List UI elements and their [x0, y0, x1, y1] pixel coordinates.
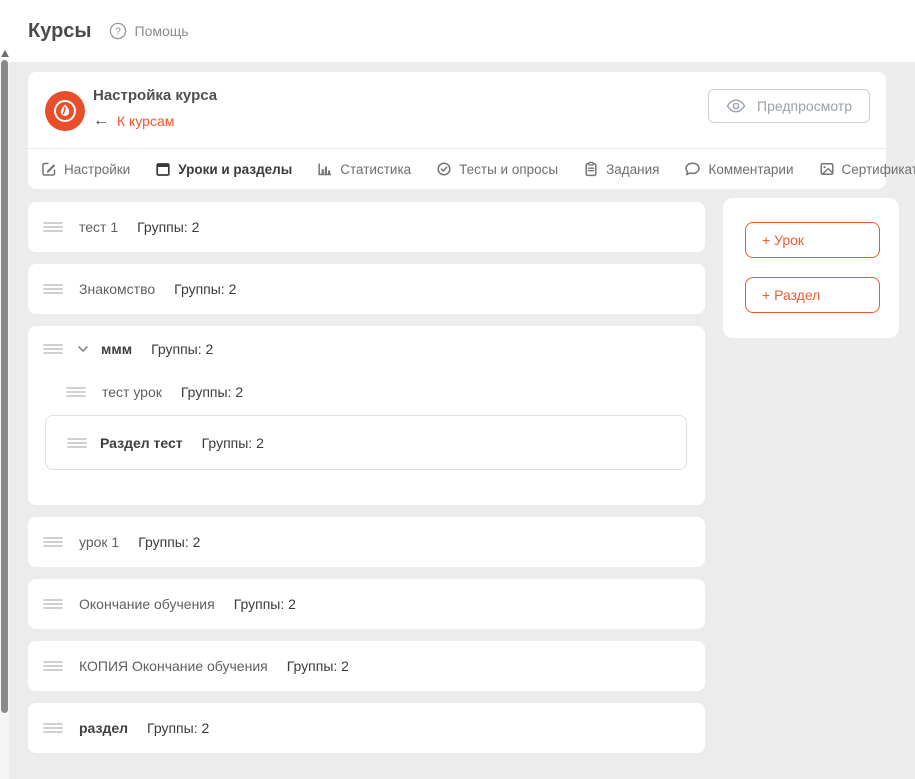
page-title: Курсы	[28, 20, 92, 43]
lesson-row[interactable]: урок 1 Группы: 2	[28, 517, 705, 567]
course-logo	[45, 91, 85, 131]
preview-button-label: Предпросмотр	[757, 98, 852, 114]
preview-button[interactable]: Предпросмотр	[708, 89, 870, 123]
tab-certificates[interactable]: Сертификаты	[819, 161, 915, 177]
drag-handle-icon[interactable]	[42, 659, 64, 673]
image-icon	[819, 161, 835, 177]
comment-icon	[684, 161, 701, 177]
flame-icon	[48, 94, 82, 128]
lesson-title[interactable]: тест 1	[79, 219, 118, 235]
tab-statistics[interactable]: Статистика	[317, 161, 411, 177]
drag-handle-icon[interactable]	[42, 282, 64, 296]
tab-settings[interactable]: Настройки	[41, 161, 130, 177]
nested-section-row[interactable]: Раздел тест Группы: 2	[45, 415, 687, 470]
tab-label: Настройки	[64, 162, 130, 177]
groups-count: Группы: 2	[151, 341, 213, 357]
lessons-list: тест 1 Группы: 2 Знакомство Группы: 2 мм…	[28, 202, 705, 765]
back-link-label: К курсам	[117, 113, 174, 129]
groups-count: Группы: 2	[234, 596, 296, 612]
lesson-title[interactable]: КОПИЯ Окончание обучения	[79, 658, 268, 674]
drag-handle-icon[interactable]	[66, 436, 88, 450]
back-to-courses-link[interactable]: ← К курсам	[93, 113, 217, 129]
groups-count: Группы: 2	[181, 384, 243, 400]
add-lesson-button[interactable]: + Урок	[745, 222, 880, 258]
tab-assignments[interactable]: Задания	[583, 161, 659, 177]
chevron-down-icon[interactable]	[75, 341, 91, 357]
actions-sidebar: + Урок + Раздел	[723, 198, 899, 338]
help-link[interactable]: ? Помощь	[109, 22, 189, 40]
drag-handle-icon[interactable]	[42, 721, 64, 735]
tab-label: Уроки и разделы	[178, 162, 292, 177]
tab-label: Статистика	[340, 162, 411, 177]
help-label: Помощь	[135, 23, 189, 39]
svg-text:?: ?	[115, 26, 121, 37]
left-arrow-icon: ←	[93, 115, 109, 127]
lesson-title[interactable]: Знакомство	[79, 281, 155, 297]
left-scrollbar-track[interactable]	[0, 62, 9, 779]
drag-handle-icon[interactable]	[42, 342, 64, 356]
tab-label: Сертификаты	[842, 162, 915, 177]
scrollbar-up-arrow-icon[interactable]	[1, 50, 9, 57]
groups-count: Группы: 2	[147, 720, 209, 736]
groups-count: Группы: 2	[138, 534, 200, 550]
groups-count: Группы: 2	[174, 281, 236, 297]
drag-handle-icon[interactable]	[65, 385, 87, 399]
course-tabs: Настройки Уроки и разделы Статистика Тес…	[28, 149, 886, 189]
lesson-title[interactable]: урок 1	[79, 534, 119, 550]
scrollbar-thumb[interactable]	[1, 60, 8, 713]
course-settings-title: Настройка курса	[93, 87, 217, 104]
lesson-row[interactable]: КОПИЯ Окончание обучения Группы: 2	[28, 641, 705, 691]
calendar-icon	[155, 161, 171, 177]
section-title[interactable]: раздел	[79, 720, 128, 736]
lesson-title[interactable]: Окончание обучения	[79, 596, 215, 612]
section-title[interactable]: Раздел тест	[100, 435, 183, 451]
add-section-button[interactable]: + Раздел	[745, 277, 880, 313]
lesson-row[interactable]: Окончание обучения Группы: 2	[28, 579, 705, 629]
eye-icon	[726, 99, 746, 113]
groups-count: Группы: 2	[137, 219, 199, 235]
course-settings-card: Настройка курса ← К курсам Предпросмотр …	[28, 72, 886, 189]
lesson-title[interactable]: тест урок	[102, 384, 162, 400]
tab-comments[interactable]: Комментарии	[684, 161, 793, 177]
tab-label: Комментарии	[708, 162, 793, 177]
question-circle-icon: ?	[109, 22, 127, 40]
drag-handle-icon[interactable]	[42, 597, 64, 611]
drag-handle-icon[interactable]	[42, 220, 64, 234]
check-circle-icon	[436, 161, 452, 177]
clipboard-icon	[583, 161, 599, 177]
tab-label: Задания	[606, 162, 659, 177]
groups-count: Группы: 2	[287, 658, 349, 674]
section-row[interactable]: раздел Группы: 2	[28, 703, 705, 753]
edit-icon	[41, 161, 57, 177]
lesson-row[interactable]: тест 1 Группы: 2	[28, 202, 705, 252]
page-header: Курсы ? Помощь	[0, 0, 915, 62]
drag-handle-icon[interactable]	[42, 535, 64, 549]
tab-lessons-sections[interactable]: Уроки и разделы	[155, 161, 292, 177]
section-row-expanded: ммм Группы: 2 тест урок Группы: 2 Раздел…	[28, 326, 705, 505]
tab-label: Тесты и опросы	[459, 162, 558, 177]
bar-chart-icon	[317, 161, 333, 177]
lesson-row[interactable]: Знакомство Группы: 2	[28, 264, 705, 314]
content-area: Настройка курса ← К курсам Предпросмотр …	[0, 62, 915, 779]
nested-lesson-row[interactable]: тест урок Группы: 2	[28, 357, 705, 400]
tab-tests-surveys[interactable]: Тесты и опросы	[436, 161, 558, 177]
section-title[interactable]: ммм	[101, 341, 132, 357]
groups-count: Группы: 2	[202, 435, 264, 451]
